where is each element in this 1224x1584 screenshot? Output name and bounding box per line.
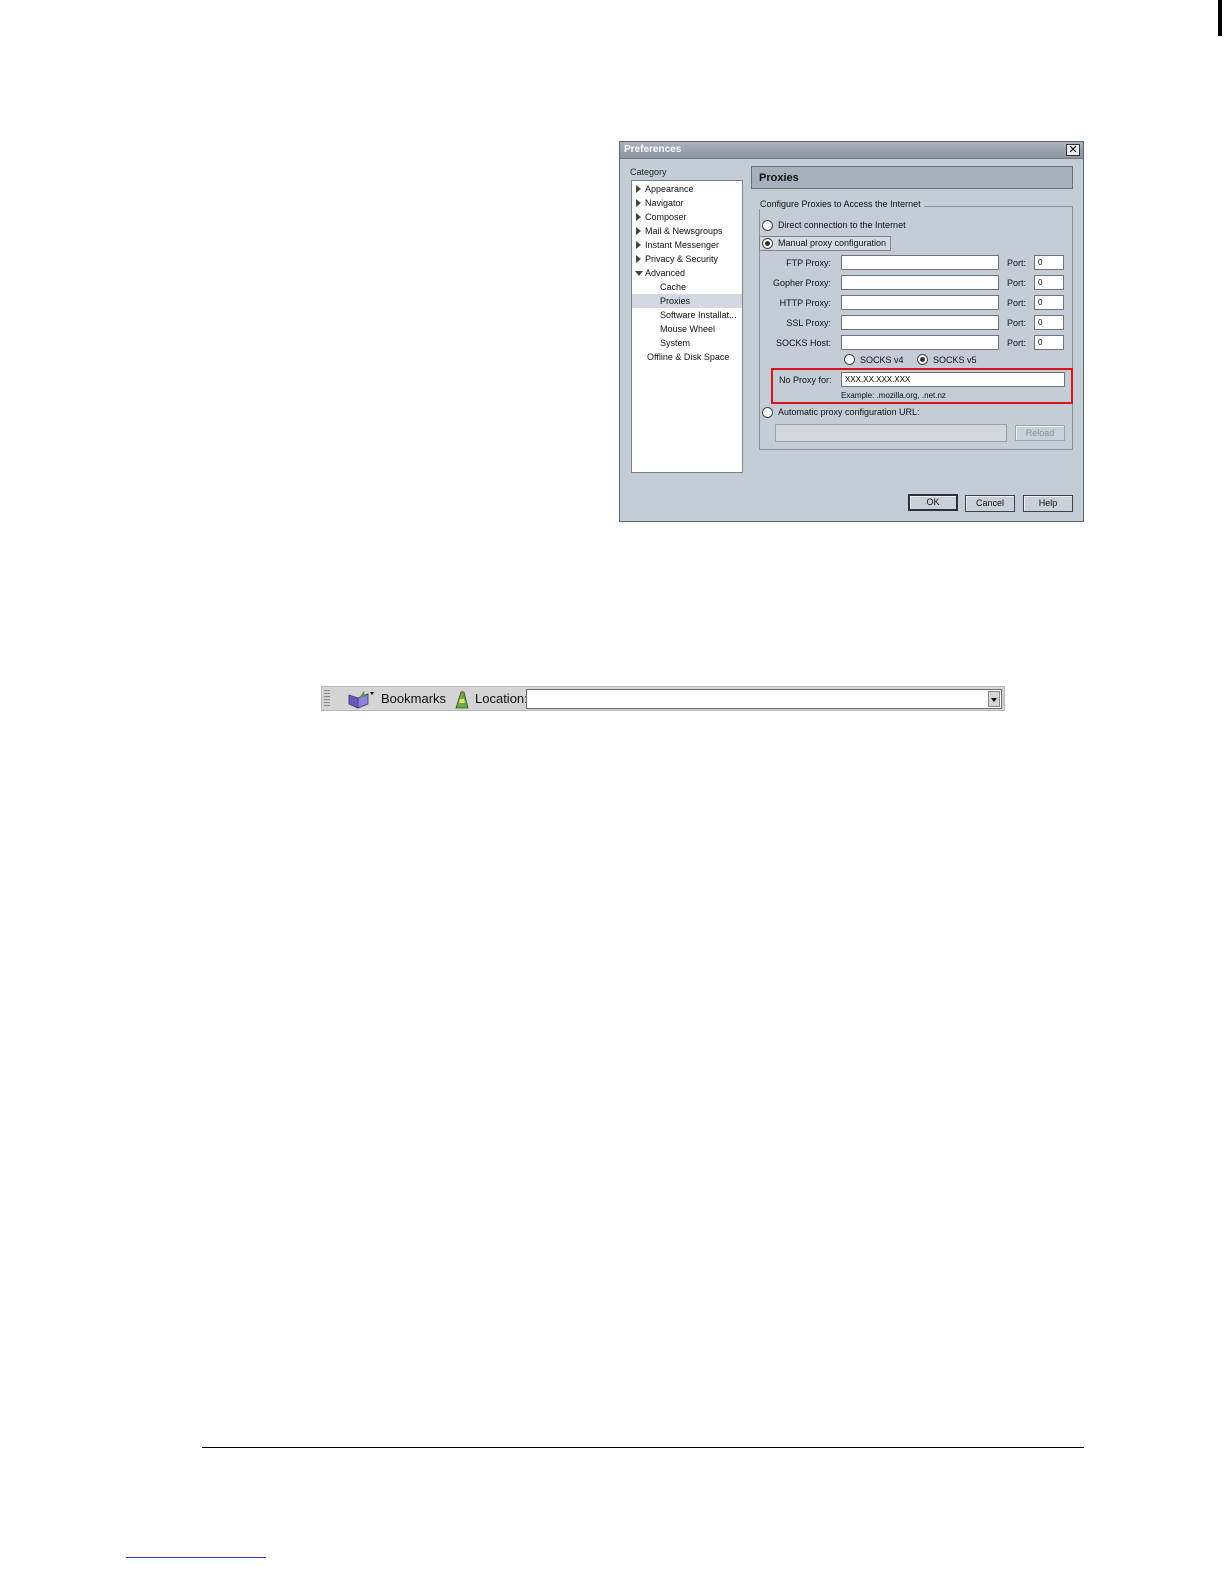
tree-item-label: Offline & Disk Space <box>647 352 730 362</box>
no-proxy-label: No Proxy for: <box>779 375 832 385</box>
category-label: Category <box>630 167 667 177</box>
ftp-proxy-label: FTP Proxy: <box>786 258 831 268</box>
tree-item[interactable]: Instant Messenger <box>632 238 742 252</box>
socks-proxy-label: SOCKS Host: <box>775 338 831 348</box>
tree-item[interactable]: Software Installat... <box>632 308 742 322</box>
tree-item[interactable]: System <box>632 336 742 350</box>
dialog-title: Preferences <box>624 144 682 155</box>
gopher-proxy-field[interactable] <box>841 275 999 290</box>
location-toolbar: Bookmarks Location: <box>321 686 1005 711</box>
tree-item[interactable]: Mouse Wheel <box>632 322 742 336</box>
gopher-port-field[interactable]: 0 <box>1034 275 1064 290</box>
ftp-port-field[interactable]: 0 <box>1034 255 1064 270</box>
tree-item-label: Mail & Newsgroups <box>645 226 723 236</box>
url-input[interactable] <box>526 689 1002 709</box>
auto-proxy-radio[interactable] <box>762 407 773 418</box>
location-icon <box>455 690 469 709</box>
page-edge-mark <box>1218 0 1222 36</box>
bookmarks-icon[interactable] <box>346 689 374 709</box>
tree-item-label: System <box>660 338 691 348</box>
manual-proxy-radio[interactable] <box>762 238 773 249</box>
tree-item[interactable]: Appearance <box>632 182 742 196</box>
dialog-titlebar[interactable]: Preferences ✕ <box>620 142 1083 159</box>
http-proxy-label: HTTP Proxy: <box>779 298 831 308</box>
twisty-collapsed-icon[interactable] <box>636 227 641 235</box>
tree-item[interactable]: Proxies <box>632 294 742 308</box>
tree-item[interactable]: Composer <box>632 210 742 224</box>
twisty-collapsed-icon[interactable] <box>636 255 641 263</box>
http-proxy-field[interactable] <box>841 295 999 310</box>
twisty-expanded-icon[interactable] <box>635 271 643 276</box>
tree-item[interactable]: Advanced <box>632 266 742 280</box>
ssl-proxy-field[interactable] <box>841 315 999 330</box>
tree-item-label: Cache <box>660 282 687 292</box>
http-port-field[interactable]: 0 <box>1034 295 1064 310</box>
tree-item-label: Software Installat... <box>660 310 737 320</box>
socks-proxy-field[interactable] <box>841 335 999 350</box>
reload-button[interactable]: Reload <box>1015 425 1065 441</box>
bookmarks-label[interactable]: Bookmarks <box>381 691 446 706</box>
cancel-button[interactable]: Cancel <box>965 495 1015 512</box>
category-tree[interactable]: Appearance Navigator Composer Mail & Newsgr… <box>631 180 743 473</box>
twisty-collapsed-icon[interactable] <box>636 213 641 221</box>
gopher-proxy-label: Gopher Proxy: <box>772 278 831 288</box>
ssl-port-field[interactable]: 0 <box>1034 315 1064 330</box>
socks-v5-radio[interactable] <box>917 354 928 365</box>
twisty-collapsed-icon[interactable] <box>636 185 641 193</box>
footer-rule <box>202 1447 1084 1448</box>
group-label: Configure Proxies to Access the Internet <box>757 199 924 209</box>
tree-item[interactable]: Navigator <box>632 196 742 210</box>
socks-v5-label: SOCKS v5 <box>933 355 977 365</box>
ssl-proxy-label: SSL Proxy: <box>786 318 831 328</box>
http-port-label: Port: <box>1007 298 1027 308</box>
tree-item[interactable]: Mail & Newsgroups <box>632 224 742 238</box>
tree-item-label: Advanced <box>645 268 686 278</box>
direct-connection-radio[interactable] <box>762 220 773 231</box>
tree-item-label: Instant Messenger <box>645 240 720 250</box>
ok-button[interactable]: OK <box>908 494 958 511</box>
tree-item[interactable]: Cache <box>632 280 742 294</box>
tree-item[interactable]: Privacy & Security <box>632 252 742 266</box>
socks-port-field[interactable]: 0 <box>1034 335 1064 350</box>
direct-connection-label: Direct connection to the Internet <box>778 220 906 230</box>
ssl-port-label: Port: <box>1007 318 1027 328</box>
footer-link-underline <box>126 1557 266 1558</box>
toolbar-grip-icon[interactable] <box>324 690 330 708</box>
auto-proxy-url-field[interactable] <box>775 424 1007 442</box>
no-proxy-example: Example: .mozilla.org, .net.nz <box>841 391 946 400</box>
socks-port-label: Port: <box>1007 338 1027 348</box>
gopher-port-label: Port: <box>1007 278 1027 288</box>
no-proxy-field[interactable]: XXX.XX.XXX.XXX <box>841 372 1065 387</box>
twisty-collapsed-icon[interactable] <box>636 199 641 207</box>
twisty-collapsed-icon[interactable] <box>636 241 641 249</box>
ftp-proxy-field[interactable] <box>841 255 999 270</box>
panel-title: Proxies <box>759 172 799 184</box>
manual-proxy-label: Manual proxy configuration <box>778 238 887 248</box>
panel-header: Proxies <box>751 166 1073 189</box>
url-dropdown-icon[interactable] <box>988 691 1000 707</box>
ftp-port-label: Port: <box>1007 258 1027 268</box>
tree-item-label: Privacy & Security <box>645 254 719 264</box>
tree-item-label: Proxies <box>660 296 691 306</box>
tree-item[interactable]: Offline & Disk Space <box>632 350 742 364</box>
tree-item-label: Composer <box>645 212 687 222</box>
socks-v4-label: SOCKS v4 <box>860 355 904 365</box>
location-label: Location: <box>475 691 528 706</box>
tree-item-label: Navigator <box>645 198 684 208</box>
help-button[interactable]: Help <box>1023 495 1073 512</box>
tree-item-label: Appearance <box>645 184 694 194</box>
preferences-dialog: Preferences ✕ Category Appearance Navigat… <box>619 141 1084 522</box>
tree-item-label: Mouse Wheel <box>660 324 716 334</box>
socks-v4-radio[interactable] <box>844 354 855 365</box>
close-icon[interactable]: ✕ <box>1066 144 1080 156</box>
auto-proxy-label: Automatic proxy configuration URL: <box>778 407 920 417</box>
